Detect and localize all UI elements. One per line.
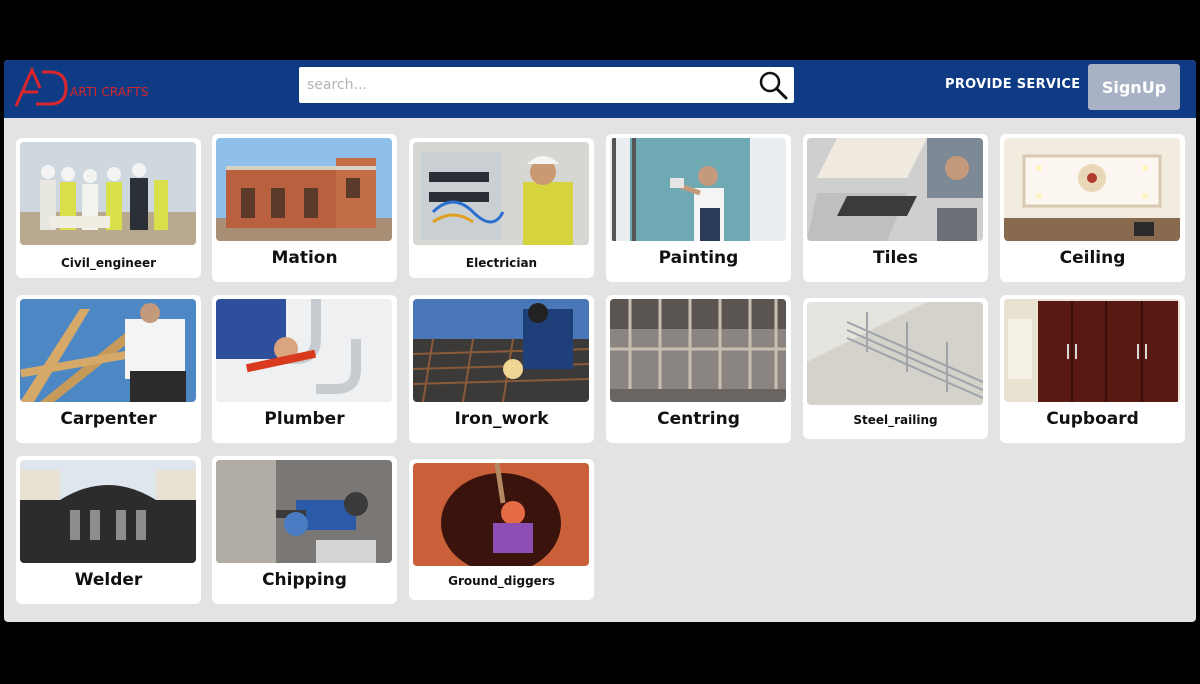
- civil-engineer-image: [20, 142, 196, 245]
- service-label: Ceiling: [1059, 248, 1126, 268]
- centring-image: [610, 299, 786, 402]
- engineers-image-icon: [20, 142, 196, 245]
- top-navbar: ARTI CRAFTS PROVIDE SERVICE SignUp: [4, 60, 1196, 118]
- tile-laying-image-icon: [807, 138, 983, 241]
- hammer-drill-image-icon: [216, 460, 392, 563]
- service-label: Centring: [657, 409, 740, 429]
- carpenter-image: [20, 299, 196, 402]
- service-card-centring[interactable]: Centring: [606, 295, 791, 443]
- service-card-plumber[interactable]: Plumber: [212, 295, 397, 443]
- service-label: Carpenter: [60, 409, 157, 429]
- painter-image-icon: [610, 138, 786, 241]
- service-label: Ground_diggers: [448, 574, 555, 588]
- search-bar: [299, 67, 794, 103]
- service-label: Welder: [74, 570, 143, 590]
- bottom-letterbox: [0, 622, 1200, 684]
- service-label: Plumber: [264, 409, 345, 429]
- service-card-ceiling[interactable]: Ceiling: [1000, 134, 1185, 282]
- search-input[interactable]: [299, 68, 739, 102]
- app-frame: ARTI CRAFTS PROVIDE SERVICE SignUp: [4, 60, 1196, 622]
- provide-service-link[interactable]: PROVIDE SERVICE: [945, 77, 1080, 92]
- service-label: Chipping: [262, 570, 347, 590]
- service-label: Civil_engineer: [60, 256, 157, 270]
- tiles-image: [807, 138, 983, 241]
- electrician-image-icon: [413, 142, 589, 245]
- chipping-image: [216, 460, 392, 563]
- welder-image: [20, 460, 196, 563]
- service-card-iron-work[interactable]: Iron_work: [409, 295, 594, 443]
- steel-railing-image: [807, 302, 983, 405]
- service-card-chipping[interactable]: Chipping: [212, 456, 397, 604]
- brand-logo[interactable]: ARTI CRAFTS: [12, 66, 172, 110]
- wardrobe-image-icon: [1004, 299, 1180, 402]
- service-label: Iron_work: [454, 409, 549, 429]
- search-icon[interactable]: [758, 70, 788, 100]
- service-label: Mation: [271, 248, 338, 268]
- sink-pipes-image-icon: [216, 299, 392, 402]
- service-card-painting[interactable]: Painting: [606, 134, 791, 282]
- well-digging-image-icon: [413, 463, 589, 566]
- service-card-civil-engineer[interactable]: Civil_engineer: [16, 138, 201, 278]
- roof-framing-image-icon: [20, 299, 196, 402]
- logo-mark-icon: [14, 66, 68, 107]
- welding-rebar-image-icon: [413, 299, 589, 402]
- scaffolding-image-icon: [610, 299, 786, 402]
- service-label: Painting: [658, 248, 739, 268]
- ceiling-image: [1004, 138, 1180, 241]
- false-ceiling-image-icon: [1004, 138, 1180, 241]
- service-label: Cupboard: [1046, 409, 1139, 429]
- painting-image: [610, 138, 786, 241]
- ground-diggers-image: [413, 463, 589, 566]
- stair-railing-image-icon: [807, 302, 983, 405]
- service-card-cupboard[interactable]: Cupboard: [1000, 295, 1185, 443]
- cupboard-image: [1004, 299, 1180, 402]
- signup-button[interactable]: SignUp: [1088, 64, 1180, 110]
- mation-image: [216, 138, 392, 241]
- service-label: Tiles: [873, 248, 918, 268]
- service-card-mation[interactable]: Mation: [212, 134, 397, 282]
- service-card-welder[interactable]: Welder: [16, 456, 201, 604]
- brick-building-image-icon: [216, 138, 392, 241]
- brand-name: ARTI CRAFTS: [70, 85, 149, 99]
- service-card-steel-railing[interactable]: Steel_railing: [803, 298, 988, 439]
- iron-gate-image-icon: [20, 460, 196, 563]
- service-card-ground-diggers[interactable]: Ground_diggers: [409, 459, 594, 600]
- electrician-image: [413, 142, 589, 245]
- service-label: Steel_railing: [853, 413, 938, 427]
- service-card-carpenter[interactable]: Carpenter: [16, 295, 201, 443]
- service-card-electrician[interactable]: Electrician: [409, 138, 594, 278]
- service-label: Electrician: [465, 256, 538, 270]
- iron-work-image: [413, 299, 589, 402]
- plumber-image: [216, 299, 392, 402]
- service-card-tiles[interactable]: Tiles: [803, 134, 988, 282]
